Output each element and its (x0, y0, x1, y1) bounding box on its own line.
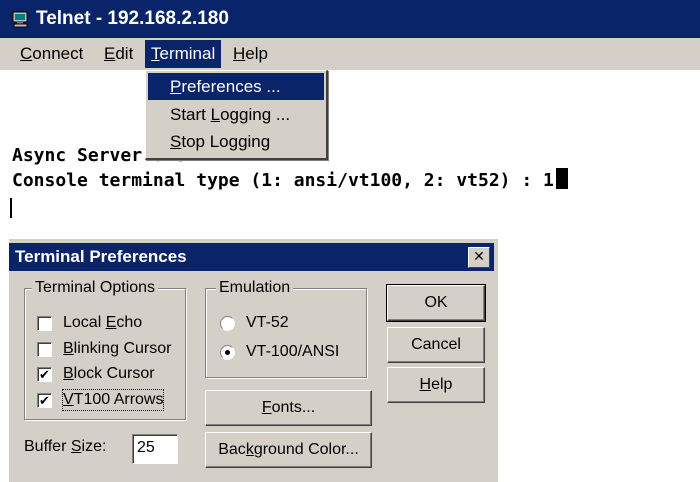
cancel-button[interactable]: Cancel (387, 327, 485, 363)
vt100-arrows-label[interactable]: VT100 Arrows (61, 389, 165, 411)
menu-terminal-mnemonic: T (151, 44, 160, 63)
block-cursor-mnemonic: B (63, 365, 74, 382)
ok-button[interactable]: OK (386, 284, 486, 322)
background-color-mnemonic: k (245, 441, 254, 458)
blinking-cursor-checkbox[interactable] (37, 342, 52, 357)
local-echo-mnemonic: E (105, 314, 117, 331)
start-logging-mnemonic: L (210, 105, 221, 124)
menu-help[interactable]: Help (227, 40, 274, 68)
vt52-radio[interactable] (220, 316, 235, 331)
start-logging-prefix: Start (170, 105, 211, 124)
background-color-label: ground Color... (253, 441, 359, 458)
emulation-group (205, 288, 367, 378)
vt100-ansi-label[interactable]: VT-100/ANSI (246, 342, 339, 362)
menu-connect-label: onnect (32, 44, 84, 63)
background-color-prefix: Bac (218, 441, 246, 458)
local-echo-label[interactable]: Local Echo (63, 313, 142, 333)
fonts-label: onts... (271, 399, 316, 416)
close-icon[interactable]: ✕ (468, 247, 490, 268)
terminal-output[interactable]: Async Server Shell> Console terminal typ… (0, 70, 700, 224)
fonts-button[interactable]: Fonts... (205, 390, 372, 426)
vt100-arrows-text: T100 Arrows (73, 391, 164, 408)
menu-connect[interactable]: Connect (14, 40, 89, 68)
menu-help-label: elp (245, 44, 268, 63)
menu-edit-label: dit (115, 44, 134, 63)
vt52-label[interactable]: VT-52 (246, 313, 289, 333)
menu-edit-mnemonic: E (104, 44, 116, 63)
dialog-title-bar[interactable]: Terminal Preferences ✕ (9, 243, 494, 271)
vt100-arrows-mnemonic: V (63, 391, 74, 408)
terminal-cursor (555, 168, 568, 189)
help-mnemonic: H (419, 376, 432, 393)
buffer-size-mnemonic: S (70, 438, 82, 455)
preferences-label: references ... (181, 77, 281, 96)
stop-logging-mnemonic: S (170, 132, 182, 151)
vt100-arrows-checkbox[interactable]: ✔ (37, 393, 52, 408)
buffer-size-label: Buffer Size: (24, 437, 106, 457)
preferences-mnemonic: P (170, 77, 182, 96)
fonts-mnemonic: F (261, 399, 272, 416)
terminal-caret (10, 198, 12, 218)
vt100-ansi-radio[interactable] (220, 345, 235, 360)
menu-item-start-logging[interactable]: Start Logging ... (148, 101, 324, 128)
telnet-menu-bar: Connect Edit Terminal Help (0, 38, 700, 70)
menu-terminal-label: erminal (159, 44, 216, 63)
menu-connect-mnemonic: C (20, 44, 33, 63)
terminal-menu-dropdown: Preferences ... Start Logging ... Stop L… (145, 70, 328, 160)
terminal-options-label: Terminal Options (32, 279, 159, 297)
background-color-button[interactable]: Background Color... (205, 432, 372, 468)
menu-edit[interactable]: Edit (98, 40, 139, 68)
blinking-cursor-text: linking Cursor (73, 340, 172, 357)
emulation-label: Emulation (216, 279, 294, 297)
radio-selected-dot (225, 350, 230, 355)
dialog-title: Terminal Preferences (15, 247, 187, 266)
menu-help-mnemonic: H (233, 44, 246, 63)
terminal-line-prompt: Console terminal type (1: ansi/vt100, 2:… (12, 168, 568, 191)
menu-item-preferences[interactable]: Preferences ... (148, 73, 324, 100)
local-echo-text: cho (116, 314, 143, 331)
blinking-cursor-label[interactable]: Blinking Cursor (63, 339, 171, 359)
menu-item-stop-logging[interactable]: Stop Logging (148, 128, 324, 155)
block-cursor-text: lock Cursor (73, 365, 155, 382)
buffer-size-prefix: Buffer (24, 438, 71, 455)
buffer-size-text: ize: (81, 438, 107, 455)
buffer-size-input[interactable]: 25 (132, 434, 178, 464)
terminal-prompt-text: Console terminal type (1: ansi/vt100, 2:… (12, 170, 554, 191)
telnet-window-title: Telnet - 192.168.2.180 (36, 8, 229, 29)
help-label: elp (431, 376, 453, 393)
help-button[interactable]: Help (387, 367, 485, 403)
local-echo-checkbox[interactable] (37, 316, 52, 331)
start-logging-label: ogging ... (220, 105, 291, 124)
block-cursor-label[interactable]: Block Cursor (63, 364, 155, 384)
blinking-cursor-mnemonic: B (63, 340, 74, 357)
menu-terminal[interactable]: Terminal (145, 40, 222, 68)
local-echo-prefix: Local (63, 314, 106, 331)
telnet-app-icon (12, 11, 28, 28)
block-cursor-checkbox[interactable]: ✔ (37, 367, 52, 382)
stop-logging-label: top Logging (181, 132, 271, 151)
telnet-title-bar[interactable]: Telnet - 192.168.2.180 (0, 0, 700, 38)
